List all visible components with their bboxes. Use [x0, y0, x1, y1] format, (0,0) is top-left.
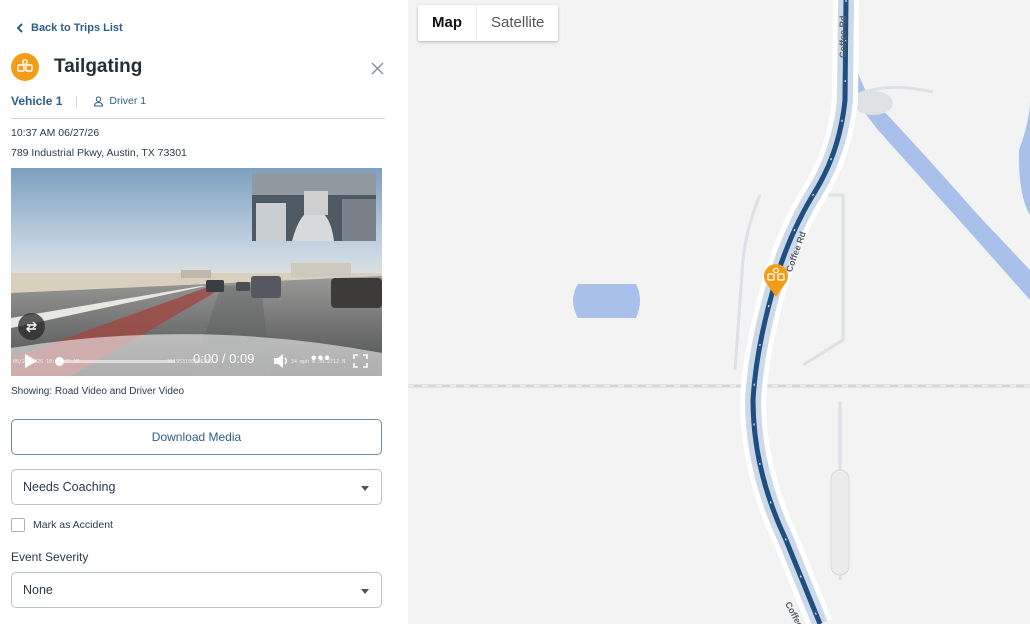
tailgating-event-icon — [11, 53, 39, 81]
vehicle-driver-row: Vehicle 1 Driver 1 — [11, 94, 385, 119]
vehicle-link[interactable]: Vehicle 1 — [11, 94, 62, 108]
event-header: Tailgating — [11, 53, 142, 81]
caret-down-icon — [361, 486, 369, 491]
fullscreen-icon[interactable] — [353, 354, 368, 368]
satellite-mode-button[interactable]: Satellite — [476, 5, 558, 41]
trip-map[interactable]: Coffee Rd Coffee Rd Coffee Map Satellite — [408, 0, 1030, 624]
event-title: Tailgating — [54, 56, 143, 77]
coaching-status-select[interactable]: Needs Coaching — [11, 469, 382, 505]
driver-video-inset[interactable] — [252, 173, 376, 241]
video-showing-caption: Showing: Road Video and Driver Video — [11, 386, 185, 397]
swap-icon — [26, 321, 37, 332]
video-osd-datetime: 06/27/2026 10:36:47 AM — [13, 359, 80, 365]
event-timestamp: 10:37 AM 06/27/26 — [11, 127, 100, 139]
driver-name: Driver 1 — [109, 95, 147, 107]
divider — [76, 96, 78, 108]
map-canvas[interactable] — [408, 0, 1030, 624]
event-severity-select[interactable]: None — [11, 572, 382, 608]
mark-accident-label: Mark as Accident — [33, 519, 113, 531]
back-link-label: Back to Trips List — [31, 22, 123, 34]
map-type-toggle: Map Satellite — [418, 5, 559, 41]
close-icon[interactable] — [370, 61, 385, 76]
event-severity-label: Event Severity — [11, 550, 89, 564]
video-osd-device: 351953100806206 — [167, 359, 213, 365]
caret-down-icon — [361, 589, 369, 594]
video-osd-speed: 34 mph W 30.2712 N — [291, 359, 346, 365]
chevron-left-icon — [16, 23, 23, 33]
road-label: Coffee Rd — [838, 15, 848, 59]
event-detail-panel: Back to Trips List Tailgating Vehicle 1 … — [0, 0, 408, 624]
coaching-status-value: Needs Coaching — [23, 480, 116, 494]
video-player[interactable]: 0:00 / 0:09 ••• 06/27/2026 10:36:47 AM 3… — [11, 168, 382, 376]
person-icon — [94, 96, 104, 106]
volume-icon[interactable] — [273, 353, 290, 369]
download-media-button[interactable]: Download Media — [11, 419, 382, 455]
back-to-trips-link[interactable]: Back to Trips List — [16, 22, 123, 34]
event-severity-value: None — [23, 583, 53, 597]
driver-link[interactable]: Driver 1 — [93, 95, 146, 107]
swap-video-button[interactable] — [18, 313, 45, 340]
mark-accident-row[interactable]: Mark as Accident — [11, 518, 113, 532]
event-address: 789 Industrial Pkwy, Austin, TX 73301 — [11, 147, 187, 159]
event-map-marker[interactable] — [762, 262, 790, 298]
mark-accident-checkbox[interactable] — [11, 518, 25, 532]
map-mode-button[interactable]: Map — [418, 5, 476, 41]
